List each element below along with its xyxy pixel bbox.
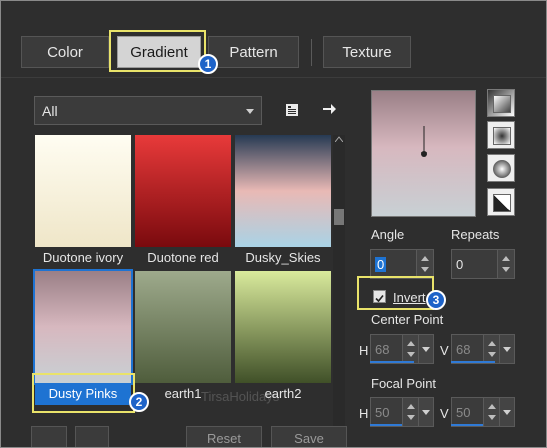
gradient-name: Duotone red [147,250,219,265]
focal-h-stepper[interactable] [402,398,419,426]
arrow-right-icon[interactable] [317,97,341,121]
angle-handle-icon [421,126,427,157]
center-h-dropdown[interactable] [418,335,433,363]
center-v-label: V [440,343,449,358]
angle-spinner[interactable]: 0 [370,249,434,279]
arrow-down-icon[interactable] [421,267,429,272]
library-icon[interactable] [280,98,304,122]
center-v-spinner[interactable]: 68 [451,334,515,364]
focal-v-stepper[interactable] [483,398,500,426]
center-h-value[interactable]: 68 [375,342,389,357]
callout-badge-3: 3 [426,290,446,310]
center-v-dropdown[interactable] [499,335,514,363]
material-properties-dialog: Color Gradient Pattern Texture 1 All Duo… [0,0,547,448]
center-v-slider[interactable] [451,361,495,363]
arrow-up-icon[interactable] [407,341,415,346]
center-h-stepper[interactable] [402,335,419,363]
chevron-down-icon [503,410,511,415]
center-v-stepper[interactable] [483,335,500,363]
gradient-swatch [135,271,231,383]
chevron-down-icon [246,109,254,114]
category-dropdown[interactable]: All [34,96,262,125]
rectangular-style-button[interactable] [487,121,515,149]
repeats-spinner[interactable]: 0 [451,249,515,279]
tab-texture[interactable]: Texture [323,36,411,68]
sunburst-style-button[interactable] [487,154,515,182]
tab-color[interactable]: Color [21,36,109,68]
gradient-tile-selected[interactable]: Dusty Pinks [33,269,133,405]
arrow-down-icon[interactable] [488,415,496,420]
gradient-tile[interactable]: earth2 [235,271,331,405]
linear-style-button[interactable] [487,89,515,117]
scroll-up-icon[interactable] [335,136,343,142]
gradient-swatch [235,271,331,383]
callout-badge-2: 2 [129,392,149,412]
chevron-down-icon [422,347,430,352]
focal-v-dropdown[interactable] [499,398,514,426]
center-v-value[interactable]: 68 [456,342,470,357]
tab-pattern[interactable]: Pattern [208,36,299,68]
gradient-name: Duotone ivory [42,250,124,265]
arrow-up-icon[interactable] [488,404,496,409]
gradient-swatch-grid: Duotone ivory Duotone red Dusky_Skies Du… [31,135,331,447]
center-h-label: H [359,343,369,358]
focal-h-value[interactable]: 50 [375,405,389,420]
tab-bar: Color Gradient Pattern Texture [1,1,546,78]
add-button[interactable] [31,426,67,447]
focal-v-value[interactable]: 50 [456,405,470,420]
chevron-down-icon [503,347,511,352]
center-h-spinner[interactable]: 68 [370,334,434,364]
arrow-down-icon[interactable] [407,352,415,357]
invert-checkbox[interactable] [373,290,386,303]
checkmark-icon [375,294,384,303]
chevron-down-icon [422,410,430,415]
arrow-up-icon[interactable] [407,404,415,409]
arrow-up-icon[interactable] [421,256,429,261]
arrow-down-icon[interactable] [407,415,415,420]
gradient-name: Dusky_Skies [245,250,321,265]
focal-v-slider[interactable] [451,424,483,426]
repeats-label: Repeats [451,227,500,242]
radial-style-button[interactable] [487,188,515,216]
focal-v-label: V [440,406,449,421]
callout-badge-1: 1 [198,54,218,74]
angle-value[interactable]: 0 [375,257,387,272]
reset-button[interactable]: Reset [186,426,262,447]
gradient-tile[interactable]: Duotone ivory [35,135,131,269]
arrow-up-icon[interactable] [502,256,510,261]
arrow-down-icon[interactable] [502,267,510,272]
arrow-down-icon[interactable] [488,352,496,357]
focal-h-label: H [359,406,369,421]
gradient-swatch [235,135,331,247]
angle-label: Angle [371,227,405,242]
tab-separator [311,39,312,66]
remove-button[interactable] [75,426,109,447]
repeats-value[interactable]: 0 [456,257,463,272]
gradient-tile[interactable]: Duotone red [135,135,231,269]
center-point-label: Center Point [371,312,444,327]
watermark-text: TirsaHolidays [201,389,280,404]
focal-point-label: Focal Point [371,376,437,391]
tab-gradient[interactable]: Gradient [117,36,201,68]
gradient-name: Dusty Pinks [35,383,131,405]
arrow-up-icon[interactable] [488,341,496,346]
gradient-swatch [135,135,231,247]
angle-stepper[interactable] [416,250,433,278]
focal-h-dropdown[interactable] [418,398,433,426]
gradient-preview[interactable] [371,90,476,217]
focal-h-spinner[interactable]: 50 [370,397,434,427]
save-button[interactable]: Save [271,426,347,447]
gradient-scrollbar[interactable] [333,135,345,447]
gradient-tile[interactable]: earth1 [135,271,231,405]
invert-label[interactable]: Invert [393,290,426,305]
repeats-stepper[interactable] [497,250,514,278]
scroll-thumb[interactable] [334,209,344,225]
focal-v-spinner[interactable]: 50 [451,397,515,427]
gradient-tile[interactable]: Dusky_Skies [235,135,331,269]
focal-h-slider[interactable] [370,424,402,426]
center-h-slider[interactable] [370,361,414,363]
category-dropdown-value: All [42,102,58,119]
gradient-swatch [35,135,131,247]
gradient-swatch [33,269,133,385]
